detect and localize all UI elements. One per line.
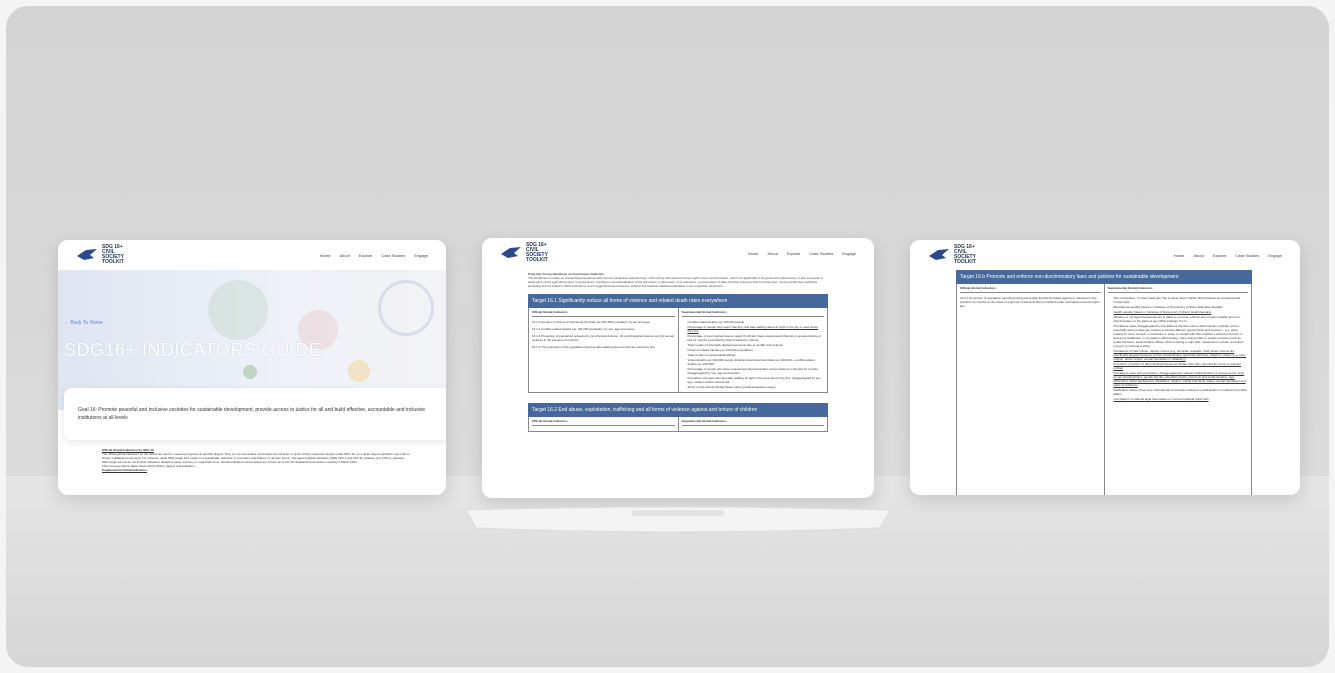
site-nav: SDG 16+ CIVIL SOCIETY TOOLKIT Home About… [58, 240, 446, 270]
list-item: Percentage of people who have experience… [687, 367, 819, 375]
list-item: Total number of extra-judicial killings [687, 353, 736, 357]
target-16-1-header: Target 16.1 Significantly reduce all for… [528, 294, 828, 308]
col-header-official: Official Global Indicators [960, 286, 1101, 293]
list-item: Score on the annual Global Peace Index (… [687, 385, 776, 389]
indicator-16-1-1: 16.1.1 Number of victims of intentional … [532, 320, 650, 324]
official-column: Official Global Indicators [529, 417, 678, 431]
indicator-16-1-4: 16.1.4 The proportion of the population … [532, 345, 655, 349]
list-item: Whether or not legal frameworks are in p… [1113, 315, 1241, 323]
indicators-intro: Official Global Indicators for SDG 16 Th… [102, 448, 412, 472]
laptop-base [465, 506, 891, 533]
site-nav: SDG 16+ CIVIL SOCIETY TOOLKIT Home About… [482, 238, 874, 268]
indicator-16-1-2: 16.1.2 Conflict-related deaths per 100,0… [532, 327, 635, 331]
list-item: Total number of internally displaced per… [687, 343, 784, 347]
list-item[interactable]: Health equality based on Varieties of De… [1114, 310, 1249, 314]
indicator-document: Praia City Group Handbook on Governance … [528, 272, 828, 432]
official-column: Official Global Indicators 16.1.1 Number… [529, 308, 678, 392]
list-item[interactable]: Proportion of victims of discrimination/… [1114, 362, 1249, 370]
indicator-16-b-1: 16.b.1 Proportion of population reportin… [960, 296, 1100, 308]
nav-engage[interactable]: Engage [1268, 253, 1282, 258]
list-item: Educational equality based on Varieties … [1113, 305, 1223, 309]
nav-about[interactable]: About [767, 251, 777, 256]
handbook-desc: The Handbook provides an overarching fra… [528, 276, 824, 288]
section-body: The official global indicators for the S… [102, 452, 410, 464]
nav-explore[interactable]: Explore [787, 251, 801, 256]
indicator-16-1-3: 16.1.3 Proportion of population subjecte… [532, 334, 674, 342]
nav-menu: Home About Explore Case Studies Engage [1174, 253, 1282, 258]
col-header-supplemental: Supplemental Global Indicators [1107, 286, 1248, 293]
nav-home[interactable]: Home [748, 251, 759, 256]
site-logo[interactable]: SDG 16+ CIVIL SOCIETY TOOLKIT [500, 243, 556, 263]
nav-home[interactable]: Home [320, 253, 331, 258]
col-header-supplemental: Supplemental Global Indicators [681, 419, 824, 426]
nav-about[interactable]: About [1193, 253, 1203, 258]
mockup-stage: ← Back To Home SDG16+ INDICATORS GUIDE S… [6, 6, 1329, 667]
list-item: Violent deaths per 100,000 people (inclu… [687, 358, 815, 366]
center-laptop-screen: SDG 16+ CIVIL SOCIETY TOOLKIT Home About… [482, 238, 874, 498]
indicator-document: Target 16.b Promote and enforce non-disc… [956, 270, 1252, 495]
list-item[interactable]: Compliance of national legal frameworks … [1114, 397, 1249, 401]
goal-card: Goal 16: Promote peaceful and inclusive … [64, 388, 446, 440]
site-logo[interactable]: SDG 16+ CIVIL SOCIETY TOOLKIT [76, 245, 132, 265]
back-to-home-link[interactable]: ← Back To Home [64, 320, 103, 326]
nav-case-studies[interactable]: Case Studies [381, 253, 405, 258]
list-item[interactable]: Prevalence rates and proportions, disagg… [1114, 371, 1249, 387]
goal-text: Goal 16: Promote peaceful and inclusive … [78, 407, 426, 421]
col-header-official: Official Global Indicators [532, 310, 675, 317]
right-screen: SDG 16+ CIVIL SOCIETY TOOLKIT Home About… [910, 240, 1300, 495]
list-item[interactable]: Percentage of people who report that the… [688, 325, 825, 333]
dove-logo-icon [501, 247, 521, 258]
list-item: Firearms related injuries per 100,000 po… [687, 348, 753, 352]
list-item: Prevalence rates, disaggregated by the d… [1113, 324, 1244, 348]
col-header-official: Official Global Indicators [532, 419, 675, 426]
nav-explore[interactable]: Explore [1213, 253, 1227, 258]
site-nav: SDG 16+ CIVIL SOCIETY TOOLKIT Home About… [910, 240, 1300, 270]
left-screen: ← Back To Home SDG16+ INDICATORS GUIDE S… [58, 240, 446, 495]
official-column: Official Global Indicators 16.b.1 Propor… [957, 284, 1104, 495]
dove-logo-icon [929, 249, 949, 260]
list-item: Proportion of people who feel safe walki… [687, 376, 822, 384]
nav-menu: Home About Explore Case Studies Engage [748, 251, 856, 256]
site-logo[interactable]: SDG 16+ CIVIL SOCIETY TOOLKIT [928, 245, 984, 265]
target-16-b-header: Target 16.b Promote and enforce non-disc… [956, 270, 1252, 284]
nav-case-studies[interactable]: Case Studies [809, 251, 833, 256]
col-header-supplemental: Supplemental Global Indicators [681, 310, 824, 317]
target-16-2-table: Official Global Indicators Supplemental … [528, 417, 828, 432]
list-item: The Constitution, or other basic law, ha… [1113, 296, 1240, 304]
nav-about[interactable]: About [339, 253, 349, 258]
nav-menu: Home About Explore Case Studies Engage [320, 253, 428, 258]
supplemental-heading: Supplemental Global Indicators [102, 468, 148, 472]
nav-engage[interactable]: Engage [842, 251, 856, 256]
nav-engage[interactable]: Engage [414, 253, 428, 258]
page-title: SDG16+ INDICATORS GUIDE [64, 340, 322, 360]
nav-home[interactable]: Home [1174, 253, 1185, 258]
list-item[interactable]: Prevalence of hate crimes, namely crimes… [1114, 349, 1249, 361]
nav-explore[interactable]: Explore [359, 253, 373, 258]
target-16-2-header: Target 16.2 End abuse, exploitation, tra… [528, 403, 828, 417]
target-16-1-table: Official Global Indicators 16.1.1 Number… [528, 308, 828, 393]
dove-logo-icon [77, 249, 97, 260]
list-item: Ratification status of five core interna… [1113, 388, 1248, 396]
nav-case-studies[interactable]: Case Studies [1235, 253, 1259, 258]
list-item: Conflict-related deaths per 100,000 peop… [687, 320, 745, 324]
supplemental-column: Supplemental Global Indicators [677, 417, 828, 431]
supplemental-column: Supplemental Global Indicators Conflict-… [677, 308, 828, 392]
handbook-intro: Praia City Group Handbook on Governance … [528, 272, 828, 288]
supplemental-column: Supplemental Global Indicators The Const… [1103, 284, 1252, 495]
target-16-b-table: Official Global Indicators 16.b.1 Propor… [956, 284, 1252, 495]
list-item: Percentage of ever-married women aged 15… [687, 334, 822, 342]
